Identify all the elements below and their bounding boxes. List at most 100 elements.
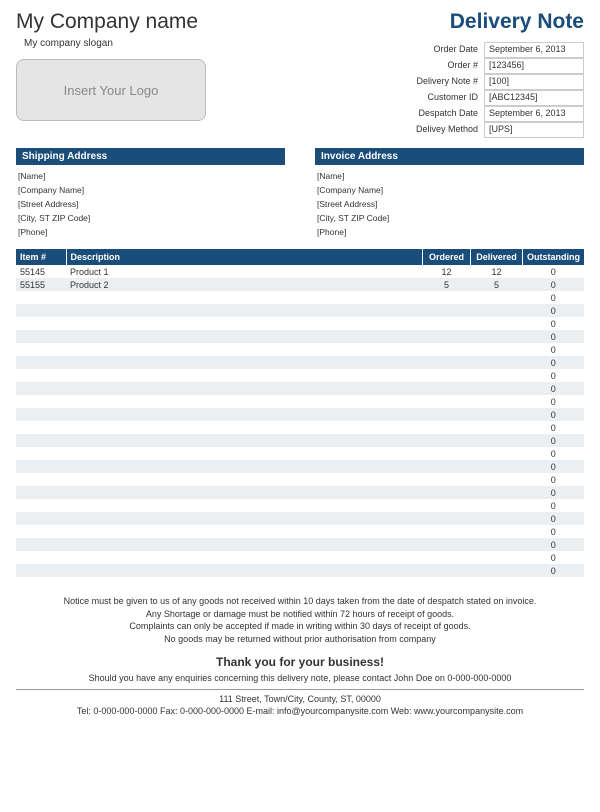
cell-desc[interactable] [66,538,423,551]
cell-desc[interactable] [66,408,423,421]
cell-delivered[interactable] [471,330,523,343]
cell-desc[interactable]: Product 1 [66,265,423,278]
cell-outstanding[interactable]: 0 [523,382,585,395]
cell-delivered[interactable] [471,499,523,512]
cell-desc[interactable] [66,473,423,486]
cell-delivered[interactable] [471,343,523,356]
cell-desc[interactable] [66,434,423,447]
cell-desc[interactable] [66,382,423,395]
order-meta-value[interactable]: [123456] [484,58,584,74]
cell-item[interactable] [16,317,66,330]
cell-ordered[interactable] [423,486,471,499]
cell-delivered[interactable] [471,512,523,525]
cell-ordered[interactable] [423,447,471,460]
cell-delivered[interactable] [471,525,523,538]
cell-ordered[interactable]: 12 [423,265,471,278]
cell-desc[interactable] [66,343,423,356]
cell-delivered[interactable] [471,434,523,447]
cell-desc[interactable] [66,421,423,434]
cell-ordered[interactable] [423,395,471,408]
cell-item[interactable]: 55155 [16,278,66,291]
cell-item[interactable] [16,460,66,473]
cell-delivered[interactable] [471,564,523,577]
cell-item[interactable] [16,499,66,512]
cell-item[interactable] [16,330,66,343]
cell-desc[interactable] [66,525,423,538]
cell-delivered[interactable] [471,486,523,499]
cell-outstanding[interactable]: 0 [523,538,585,551]
cell-ordered[interactable] [423,317,471,330]
order-meta-value[interactable]: [ABC12345] [484,90,584,106]
cell-outstanding[interactable]: 0 [523,395,585,408]
cell-outstanding[interactable]: 0 [523,408,585,421]
cell-item[interactable] [16,473,66,486]
cell-ordered[interactable] [423,343,471,356]
cell-outstanding[interactable]: 0 [523,551,585,564]
cell-ordered[interactable] [423,525,471,538]
cell-desc[interactable] [66,356,423,369]
cell-outstanding[interactable]: 0 [523,564,585,577]
cell-delivered[interactable]: 5 [471,278,523,291]
cell-delivered[interactable] [471,382,523,395]
cell-ordered[interactable] [423,564,471,577]
cell-item[interactable] [16,356,66,369]
cell-item[interactable] [16,486,66,499]
cell-desc[interactable] [66,447,423,460]
cell-delivered[interactable] [471,408,523,421]
cell-delivered[interactable]: 12 [471,265,523,278]
cell-ordered[interactable] [423,291,471,304]
cell-delivered[interactable] [471,460,523,473]
cell-ordered[interactable] [423,434,471,447]
cell-desc[interactable] [66,551,423,564]
cell-ordered[interactable] [423,356,471,369]
cell-outstanding[interactable]: 0 [523,499,585,512]
cell-ordered[interactable] [423,512,471,525]
cell-ordered[interactable] [423,382,471,395]
order-meta-value[interactable]: [UPS] [484,122,584,138]
cell-outstanding[interactable]: 0 [523,343,585,356]
cell-ordered[interactable] [423,330,471,343]
cell-item[interactable] [16,382,66,395]
cell-outstanding[interactable]: 0 [523,278,585,291]
cell-item[interactable] [16,369,66,382]
order-meta-value[interactable]: September 6, 2013 [484,106,584,122]
order-meta-value[interactable]: September 6, 2013 [484,42,584,58]
cell-desc[interactable] [66,395,423,408]
cell-item[interactable] [16,395,66,408]
cell-item[interactable]: 55145 [16,265,66,278]
cell-ordered[interactable] [423,499,471,512]
cell-item[interactable] [16,343,66,356]
cell-desc[interactable] [66,369,423,382]
cell-ordered[interactable] [423,538,471,551]
cell-delivered[interactable] [471,356,523,369]
cell-item[interactable] [16,525,66,538]
cell-item[interactable] [16,551,66,564]
cell-delivered[interactable] [471,473,523,486]
cell-desc[interactable]: Product 2 [66,278,423,291]
cell-delivered[interactable] [471,447,523,460]
cell-item[interactable] [16,447,66,460]
cell-delivered[interactable] [471,317,523,330]
cell-desc[interactable] [66,317,423,330]
cell-outstanding[interactable]: 0 [523,330,585,343]
cell-ordered[interactable] [423,460,471,473]
cell-outstanding[interactable]: 0 [523,356,585,369]
cell-outstanding[interactable]: 0 [523,369,585,382]
cell-desc[interactable] [66,486,423,499]
cell-outstanding[interactable]: 0 [523,265,585,278]
cell-desc[interactable] [66,512,423,525]
cell-ordered[interactable] [423,551,471,564]
cell-outstanding[interactable]: 0 [523,447,585,460]
cell-outstanding[interactable]: 0 [523,291,585,304]
cell-delivered[interactable] [471,551,523,564]
cell-item[interactable] [16,434,66,447]
cell-delivered[interactable] [471,538,523,551]
order-meta-value[interactable]: [100] [484,74,584,90]
cell-item[interactable] [16,408,66,421]
logo-placeholder[interactable]: Insert Your Logo [16,59,206,121]
cell-outstanding[interactable]: 0 [523,512,585,525]
cell-outstanding[interactable]: 0 [523,486,585,499]
cell-desc[interactable] [66,330,423,343]
cell-outstanding[interactable]: 0 [523,304,585,317]
cell-outstanding[interactable]: 0 [523,525,585,538]
